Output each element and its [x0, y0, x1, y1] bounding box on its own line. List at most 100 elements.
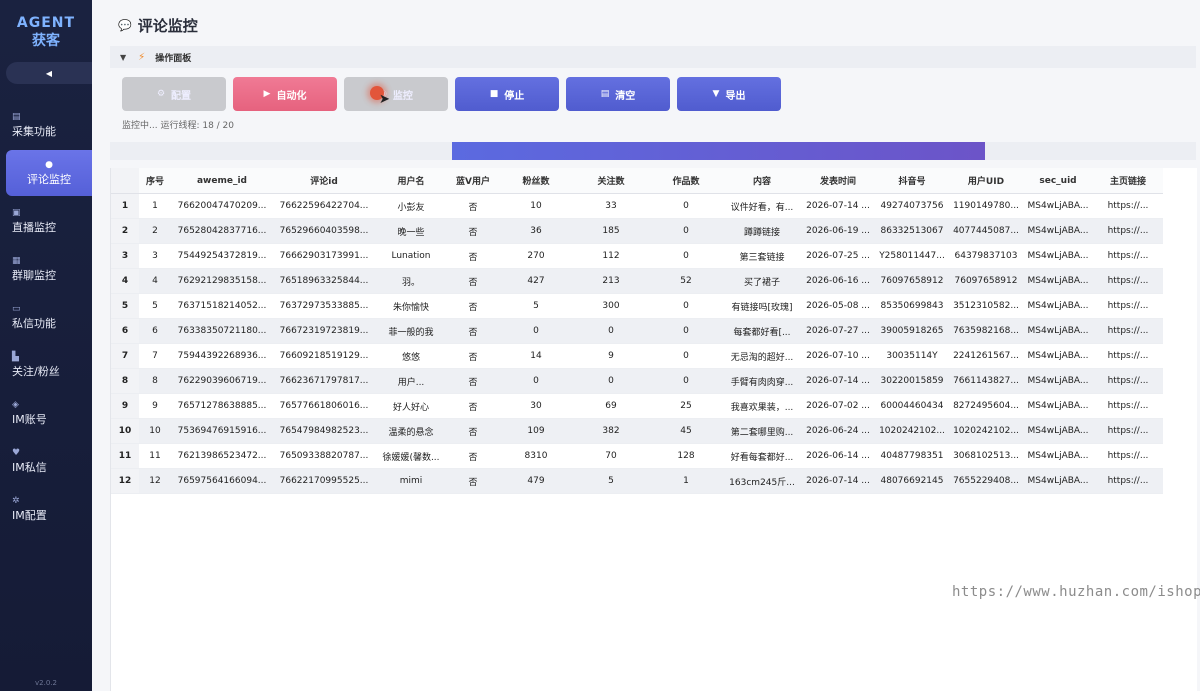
mouse-cursor-icon: ➤	[379, 92, 390, 107]
table-cell: 8	[139, 368, 171, 394]
sidebar-item-1[interactable]: ● 评论监控	[6, 150, 92, 196]
column-header[interactable]: 评论id	[273, 168, 375, 194]
table-cell: 76371518214052...	[171, 293, 273, 319]
table-row[interactable]: 3 3 75449254372819... 76662903173991... Luna…	[111, 243, 1163, 269]
table-cell: 好看每套都好...	[723, 443, 801, 469]
sidebar-item-4[interactable]: ▭ 私信功能	[6, 294, 92, 340]
column-header[interactable]: 蓝V用户	[447, 168, 499, 194]
table-cell: 14	[499, 343, 573, 369]
app-logo: AGENT 获客	[0, 0, 92, 50]
table-cell: 9	[573, 343, 649, 369]
column-header[interactable]: 粉丝数	[499, 168, 573, 194]
logo-line1: AGENT	[16, 15, 76, 31]
sidebar-item-2[interactable]: ▣ 直播监控	[6, 198, 92, 244]
table-cell: 蹲蹲链接	[723, 218, 801, 244]
sidebar-item-5[interactable]: ▙ 关注/粉丝	[6, 342, 92, 388]
table-cell: 1	[649, 468, 723, 494]
table-cell: 76372973533885...	[273, 293, 375, 319]
sidebar-item-0[interactable]: ▤ 采集功能	[6, 102, 92, 148]
config-button[interactable]: ⚙ 配置	[122, 77, 226, 111]
panel-toggle-icon[interactable]: ▼	[120, 53, 126, 62]
operation-panel-header: ▼ ⚡ 操作面板	[110, 46, 1196, 68]
table-cell: 否	[447, 293, 499, 319]
table-cell: 2026-07-25 ...	[801, 243, 875, 269]
table-cell: 76571278638885...	[171, 393, 273, 419]
table-cell: 52	[649, 268, 723, 294]
table-row[interactable]: 6 6 76338350721180... 76672319723819... 菲一般的…	[111, 318, 1163, 344]
sidebar-item-label: IM账号	[12, 413, 47, 426]
table-row[interactable]: 10 10 75369476915916... 76547984982523... 温柔…	[111, 418, 1163, 444]
sidebar: AGENT 获客 ◀ ▤ 采集功能 ● 评论监控 ▣ 直播监控 ▦ 群聊监控 ▭ 私信功能 ▙ 关注/…	[0, 0, 92, 691]
table-cell: 33	[573, 193, 649, 219]
column-header[interactable]: 用户UID	[949, 168, 1023, 194]
row-number: 8	[111, 368, 139, 394]
table-row[interactable]: 8 8 76229039606719... 76623671797817... 用户..…	[111, 368, 1163, 394]
table-cell: https://...	[1093, 443, 1163, 469]
table-cell: 用户...	[375, 368, 447, 394]
table-cell: 10	[139, 418, 171, 444]
message-icon: ▭	[12, 304, 21, 314]
sidebar-nav: ▤ 采集功能 ● 评论监控 ▣ 直播监控 ▦ 群聊监控 ▭ 私信功能 ▙ 关注/粉丝 ◈ IM账号 ♥ IM私…	[0, 100, 92, 534]
table-cell: MS4wLjABA...	[1023, 418, 1093, 444]
clear-button[interactable]: ▤ 清空	[566, 77, 670, 111]
export-button[interactable]: ▼ 导出	[677, 77, 781, 111]
sidebar-collapse-button[interactable]: ◀	[6, 62, 92, 84]
table-cell: 否	[447, 368, 499, 394]
table-cell: https://...	[1093, 193, 1163, 219]
table-row[interactable]: 7 7 75944392268936... 76609218519129... 悠悠否 1…	[111, 343, 1163, 369]
table-cell: MS4wLjABA...	[1023, 218, 1093, 244]
table-cell: 朱你愉快	[375, 293, 447, 319]
table-row[interactable]: 4 4 76292129835158... 76518963325844... 羽。否 4…	[111, 268, 1163, 294]
column-header[interactable]: 序号	[139, 168, 171, 194]
column-header[interactable]: sec_uid	[1023, 168, 1093, 194]
column-header[interactable]: 抖音号	[875, 168, 949, 194]
automation-button[interactable]: ▶ 自动化	[233, 77, 337, 111]
table-cell: 0	[499, 318, 573, 344]
table-cell: https://...	[1093, 368, 1163, 394]
monitor-button[interactable]: ◉监控	[344, 77, 448, 111]
stop-button[interactable]: ■ 停止	[455, 77, 559, 111]
column-header[interactable]: 发表时间	[801, 168, 875, 194]
table-cell: 手臂有肉肉穿...	[723, 368, 801, 394]
table-cell: MS4wLjABA...	[1023, 193, 1093, 219]
table-row[interactable]: 1 1 76620047470209... 76622596422704... 小彭友否…	[111, 193, 1163, 219]
table-cell: 0	[649, 218, 723, 244]
column-header[interactable]: 内容	[723, 168, 801, 194]
sidebar-item-6[interactable]: ◈ IM账号	[6, 390, 92, 436]
automation-icon: ▶	[263, 89, 271, 99]
column-header[interactable]: 用户名	[375, 168, 447, 194]
table-cell: 85350699843	[875, 293, 949, 319]
column-header[interactable]: aweme_id	[171, 168, 273, 194]
table-cell: 76213986523472...	[171, 443, 273, 469]
column-header[interactable]: 主页链接	[1093, 168, 1163, 194]
table-row[interactable]: 12 12 76597564166094... 76622170995525... mi…	[111, 468, 1163, 494]
sidebar-item-3[interactable]: ▦ 群聊监控	[6, 246, 92, 292]
table-cell: 无忌淘的超好...	[723, 343, 801, 369]
table-cell: 2	[139, 218, 171, 244]
table-cell: 2026-05-08 ...	[801, 293, 875, 319]
table-cell: 49274073756	[875, 193, 949, 219]
sidebar-item-7[interactable]: ♥ IM私信	[6, 438, 92, 484]
sidebar-item-8[interactable]: ✲ IM配置	[6, 486, 92, 532]
table-row[interactable]: 2 2 76528042837716... 76529660403598... 晚一些否…	[111, 218, 1163, 244]
table-cell: 479	[499, 468, 573, 494]
table-cell: 0	[499, 368, 573, 394]
live-icon: ▣	[12, 208, 21, 218]
table-cell: MS4wLjABA...	[1023, 318, 1093, 344]
table-cell: 0	[649, 368, 723, 394]
chat-bubble-icon: 💬	[118, 19, 132, 32]
watermark-text: https://www.huzhan.com/ishop54875	[952, 584, 1200, 600]
column-header[interactable]: 关注数	[573, 168, 649, 194]
row-number: 4	[111, 268, 139, 294]
table-cell: 每套都好看[...	[723, 318, 801, 344]
table-cell: 0	[649, 318, 723, 344]
table-cell: 30035114Y	[875, 343, 949, 369]
table-row[interactable]: 9 9 76571278638885... 76577661806016... 好人好心…	[111, 393, 1163, 419]
progress-bar-fill	[452, 142, 985, 160]
table-row[interactable]: 11 11 76213986523472... 76509338820787... 徐媛…	[111, 443, 1163, 469]
table-cell: 5	[139, 293, 171, 319]
table-cell: 5	[499, 293, 573, 319]
table-row[interactable]: 5 5 76371518214052... 76372973533885... 朱你愉快…	[111, 293, 1163, 319]
column-header[interactable]: 作品数	[649, 168, 723, 194]
table-cell: 213	[573, 268, 649, 294]
